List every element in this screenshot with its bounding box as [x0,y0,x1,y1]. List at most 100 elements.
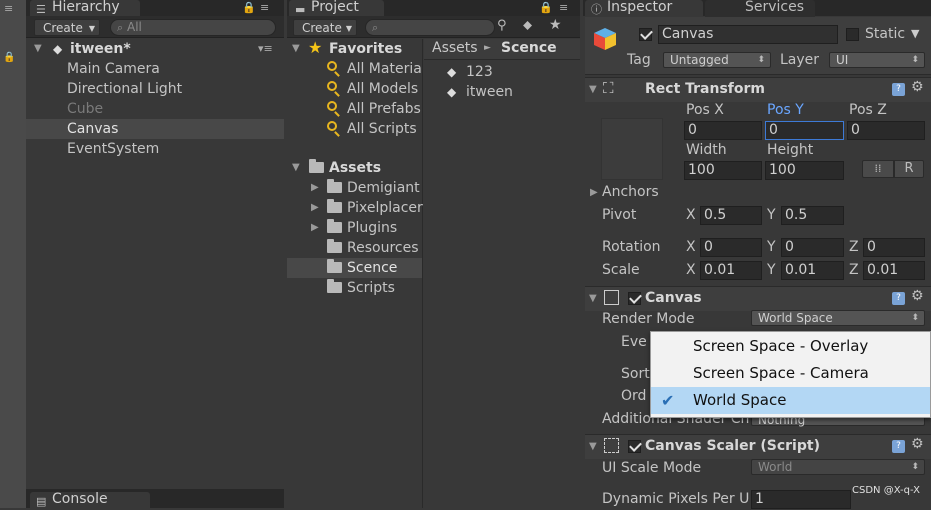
hierarchy-item[interactable]: EventSystem [26,139,284,159]
folder-icon [309,159,324,173]
scale-x-field[interactable]: 0.01 [700,261,762,280]
favorite-star-icon[interactable]: ★ [549,17,562,33]
rot-z-field[interactable]: 0 [863,238,925,257]
hierarchy-item-label: Cube [67,101,104,117]
static-checkbox[interactable] [846,28,859,41]
assets-row[interactable]: ▼ Assets [287,158,422,178]
favorites-row[interactable]: ▼ ★ Favorites [287,38,422,59]
gear-icon[interactable]: ⚙ [911,79,924,95]
object-name-field[interactable]: Canvas [658,25,838,44]
expand-arrow-icon[interactable]: ▶ [311,218,319,238]
favorite-item[interactable]: All Materia [287,59,422,79]
scene-row[interactable]: ▼ ◆ itween* ▾≡ [26,39,284,59]
search-icon: ⌕ [117,21,124,34]
expand-arrow-icon[interactable]: ▼ [589,441,597,452]
rot-x-field[interactable]: 0 [700,238,762,257]
favorite-item-label: All Scripts [347,121,417,137]
tab-services[interactable]: Services [705,0,815,17]
tab-hierarchy[interactable]: ☰ Hierarchy [30,0,140,17]
file-item[interactable]: ◆ 123 [424,62,580,82]
pivot-y-field[interactable]: 0.5 [781,206,844,225]
height-field[interactable]: 100 [765,161,844,180]
expand-arrow-icon[interactable]: ▼ [589,293,597,304]
pivot-x-field[interactable]: 0.5 [700,206,762,225]
render-mode-option[interactable]: Screen Space - Overlay [651,333,930,360]
panel-menu-icon[interactable]: ≡ [260,1,271,14]
tab-inspector[interactable]: ⓘ Inspector [585,0,703,17]
help-book-icon[interactable]: ? [892,83,905,96]
breadcrumb-item[interactable]: Scence [501,40,557,56]
filter-by-type-icon[interactable]: ⚲ [497,18,507,33]
create-button[interactable]: Create ▼ [34,19,100,36]
rect-transform-header[interactable]: ▼ ⛶ Rect Transform ? ⚙ [585,77,931,102]
dynamic-pixels-field[interactable]: 1 [751,490,851,509]
scene-menu-icon[interactable]: ▾≡ [258,39,273,59]
folder-icon [327,239,342,253]
blueprint-mode-button[interactable]: ⁞⁞ [862,160,894,178]
expand-arrow-icon[interactable]: ▼ [292,39,300,59]
search-input[interactable]: ⌕ All [110,19,276,36]
anchors-label[interactable]: Anchors [602,183,659,201]
hierarchy-item[interactable]: Directional Light [26,79,284,99]
scene-menu-icon[interactable]: ≡ [4,2,13,15]
pos-z-field[interactable]: 0 [847,121,925,140]
render-mode-option[interactable]: Screen Space - Camera [651,360,930,387]
ui-scale-mode-dropdown[interactable]: World ⬍ [751,459,925,475]
folder-item[interactable]: Scence [287,258,422,278]
pos-y-field[interactable]: 0 [765,121,844,140]
lock-icon[interactable]: 🔒 [3,52,15,63]
static-dropdown-arrow-icon[interactable]: ▼ [911,27,919,40]
active-checkbox[interactable] [639,28,652,41]
folder-item[interactable]: Resources [287,238,422,258]
expand-arrow-icon[interactable]: ▶ [311,198,319,218]
expand-arrow-icon[interactable]: ▶ [311,178,319,198]
tag-dropdown[interactable]: Untagged ⬍ [663,52,771,68]
anchor-preset-box[interactable] [601,118,663,180]
hierarchy-item[interactable]: Canvas [26,119,284,139]
hierarchy-item[interactable]: Main Camera [26,59,284,79]
anchors-expand-arrow-icon[interactable]: ▶ [590,187,598,198]
scale-y-field[interactable]: 0.01 [781,261,844,280]
favorite-item[interactable]: All Models [287,79,422,99]
rot-y-field[interactable]: 0 [781,238,844,257]
lock-icon[interactable]: 🔒 [539,1,555,14]
raw-edit-button[interactable]: R [894,160,924,178]
lock-icon[interactable]: 🔒 [242,1,258,14]
expand-arrow-icon[interactable]: ▼ [589,84,597,95]
search-input[interactable]: ⌕ [365,19,495,36]
canvas-component-header[interactable]: ▼ Canvas ? ⚙ [585,286,931,311]
pos-x-field[interactable]: 0 [684,121,762,140]
render-mode-option[interactable]: ✔ World Space [651,387,930,414]
hierarchy-item[interactable]: Cube [26,99,284,119]
expand-arrow-icon[interactable]: ▼ [292,158,300,178]
tag-value: Untagged [670,53,729,67]
gear-icon[interactable]: ⚙ [911,288,924,304]
order-in-layer-label: Ord [621,388,647,404]
panel-menu-icon[interactable]: ≡ [559,1,570,14]
folder-item[interactable]: Scripts [287,278,422,298]
help-book-icon[interactable]: ? [892,292,905,305]
layer-dropdown[interactable]: UI ⬍ [829,52,925,68]
tab-console[interactable]: ▤ Console [30,492,150,510]
favorite-item[interactable]: All Prefabs [287,99,422,119]
folder-item[interactable]: ▶ Pixelplacer [287,198,423,218]
canvas-scaler-enabled-checkbox[interactable] [628,440,641,453]
help-book-icon[interactable]: ? [892,440,905,453]
render-mode-dropdown[interactable]: World Space ⬍ [751,310,925,326]
scale-z-field[interactable]: 0.01 [863,261,925,280]
gear-icon[interactable]: ⚙ [911,436,924,452]
create-button[interactable]: Create ▼ [293,19,357,36]
canvas-scaler-header[interactable]: ▼ Canvas Scaler (Script) ? ⚙ [585,434,931,459]
canvas-enabled-checkbox[interactable] [628,292,641,305]
breadcrumb-item[interactable]: Assets [432,40,478,56]
file-item[interactable]: ◆ itween [424,82,580,102]
tab-project[interactable]: ▬ Project [289,0,384,17]
expand-arrow-icon[interactable]: ▼ [34,39,42,59]
width-field[interactable]: 100 [684,161,762,180]
favorite-item[interactable]: All Scripts [287,119,422,139]
folder-item[interactable]: ▶ Plugins [287,218,422,238]
search-filter-icon [327,101,337,111]
folder-item[interactable]: ▶ Demigiant [287,178,422,198]
filter-by-label-icon[interactable]: ⬥ [523,18,532,33]
pivot-label: Pivot [602,207,637,223]
